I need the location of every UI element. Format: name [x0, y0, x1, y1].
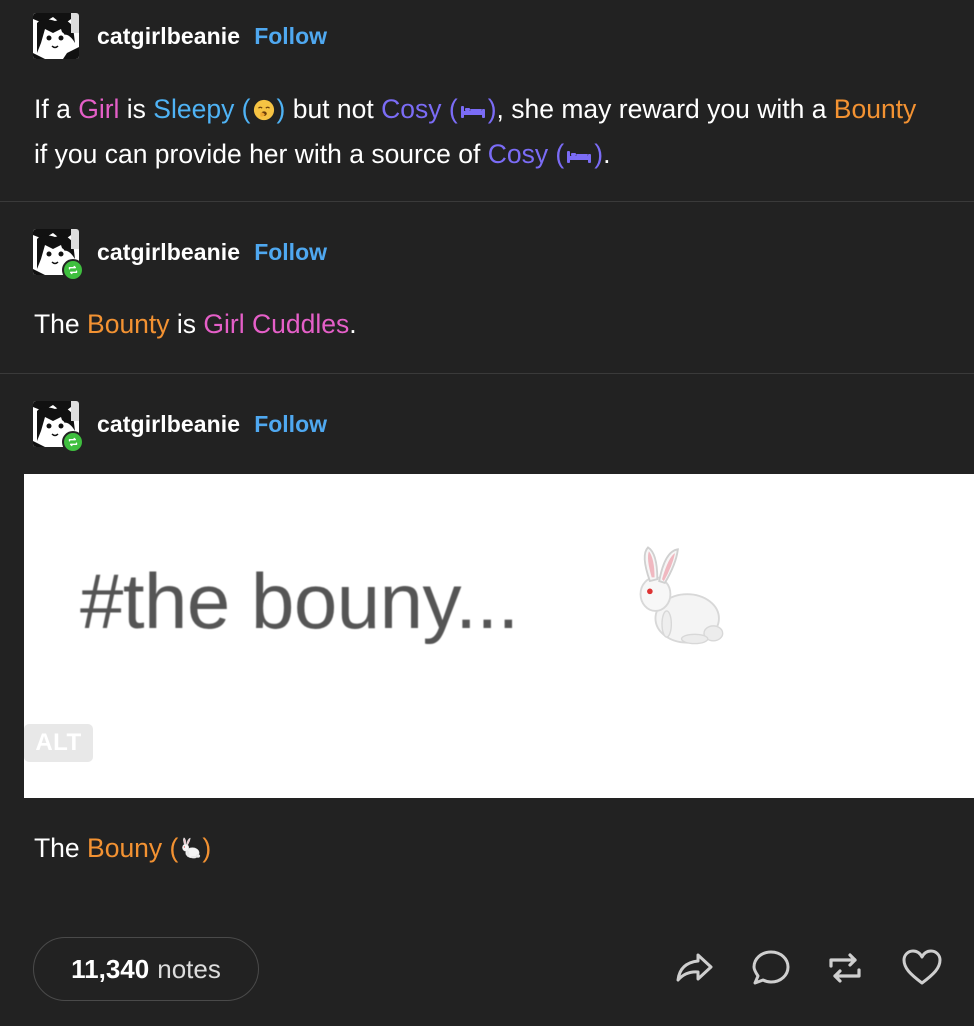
avatar[interactable]	[33, 401, 84, 453]
text-segment: Girl	[78, 94, 120, 124]
text-segment: The	[34, 833, 88, 863]
text-segment: )	[202, 833, 212, 863]
reblog-badge-icon	[62, 431, 84, 453]
post-image[interactable]: #the bouny... ALT	[24, 474, 974, 798]
avatar[interactable]	[33, 229, 84, 281]
share-icon[interactable]	[672, 946, 716, 990]
username[interactable]: catgirlbeanie	[97, 411, 240, 438]
like-icon[interactable]	[900, 946, 944, 990]
avatar[interactable]	[33, 13, 79, 59]
post-body: The Bounty is Girl Cuddles.	[34, 302, 934, 347]
reblog-icon[interactable]	[823, 946, 867, 990]
text-segment: )	[487, 94, 497, 124]
follow-button[interactable]: Follow	[254, 239, 327, 266]
reply-icon[interactable]	[749, 946, 793, 990]
text-segment: is	[169, 309, 204, 339]
text-segment: Bounty	[87, 309, 170, 339]
text-segment: Sleepy (	[153, 94, 251, 124]
rabbit-icon	[178, 836, 202, 860]
username[interactable]: catgirlbeanie	[97, 239, 240, 266]
reblog-badge-icon	[62, 259, 84, 281]
follow-button[interactable]: Follow	[254, 23, 327, 50]
sleepy-face-icon	[253, 99, 275, 121]
username[interactable]: catgirlbeanie	[97, 23, 240, 50]
post-header: catgirlbeanie Follow	[33, 229, 327, 281]
reblog-mini-icon	[66, 263, 80, 277]
divider	[0, 373, 974, 374]
text-segment: Bouny (	[87, 833, 179, 863]
rabbit-icon	[620, 540, 732, 652]
text-segment: )	[594, 139, 604, 169]
alt-text-button[interactable]: ALT	[24, 724, 93, 762]
notes-button[interactable]: 11,340 notes	[33, 937, 259, 1001]
text-segment: if you can provide her with a source of	[34, 139, 488, 169]
bed-icon	[565, 145, 593, 165]
text-segment: .	[349, 309, 357, 339]
avatar-image	[33, 13, 79, 59]
image-hashtag-text: #the bouny...	[80, 557, 519, 645]
notes-label: notes	[157, 953, 221, 984]
text-segment: is	[119, 94, 154, 124]
text-segment: The	[34, 309, 88, 339]
post-header: catgirlbeanie Follow	[33, 401, 327, 453]
text-segment: .	[603, 139, 611, 169]
post-header: catgirlbeanie Follow	[33, 13, 327, 59]
text-segment: If a	[34, 94, 79, 124]
text-segment: but not	[285, 94, 382, 124]
notes-count: 11,340	[71, 953, 150, 984]
text-segment: Cosy (	[487, 139, 565, 169]
reblog-mini-icon	[66, 435, 80, 449]
text-segment: Girl Cuddles	[203, 309, 350, 339]
bed-icon	[459, 100, 487, 120]
divider	[0, 201, 974, 202]
follow-button[interactable]: Follow	[254, 411, 327, 438]
text-segment: , she may reward you with a	[496, 94, 834, 124]
post-body: The Bouny ()	[34, 826, 934, 871]
text-segment: Cosy (	[381, 94, 458, 124]
post-body: If a Girl is Sleepy () but not Cosy (), …	[34, 87, 934, 177]
text-segment: Bounty	[833, 94, 917, 124]
